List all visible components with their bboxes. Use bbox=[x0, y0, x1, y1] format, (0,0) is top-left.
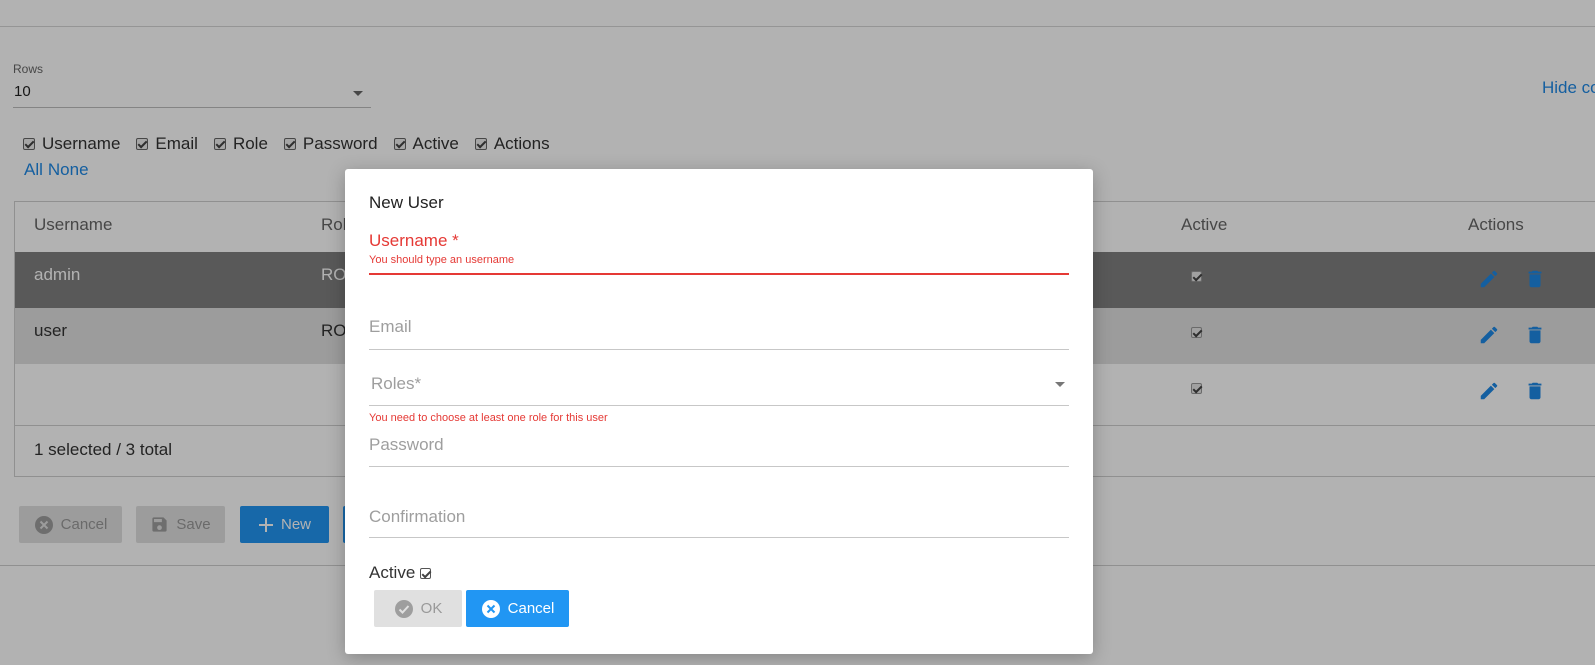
dialog-cancel-button[interactable]: Cancel bbox=[466, 590, 569, 627]
email-field[interactable]: Email bbox=[369, 315, 1069, 355]
active-toggle[interactable]: Active bbox=[369, 563, 432, 583]
roles-label: Roles* bbox=[371, 374, 422, 393]
confirmation-label: Confirmation bbox=[369, 507, 466, 526]
confirmation-field[interactable]: Confirmation bbox=[369, 505, 1069, 545]
username-error: You should type an username bbox=[369, 254, 515, 266]
roles-select[interactable]: Roles* You need to choose at least one r… bbox=[369, 372, 1069, 432]
cancel-circle-icon bbox=[481, 599, 501, 619]
roles-error: You need to choose at least one role for… bbox=[369, 412, 608, 424]
password-label: Password bbox=[369, 435, 444, 454]
ok-label: OK bbox=[420, 600, 443, 617]
check-circle-icon bbox=[394, 599, 414, 619]
password-field[interactable]: Password bbox=[369, 433, 1069, 473]
dialog-cancel-label: Cancel bbox=[507, 600, 555, 617]
chevron-down-icon bbox=[1055, 382, 1065, 387]
active-label: Active bbox=[369, 563, 416, 582]
new-user-dialog: New User Username * You should type an u… bbox=[345, 169, 1093, 654]
ok-button[interactable]: OK bbox=[374, 590, 462, 627]
active-checkbox[interactable] bbox=[420, 567, 432, 579]
dialog-title: New User bbox=[369, 193, 444, 212]
email-label: Email bbox=[369, 317, 412, 336]
username-label: Username * bbox=[369, 231, 459, 250]
username-field[interactable]: Username * You should type an username bbox=[369, 231, 1069, 281]
